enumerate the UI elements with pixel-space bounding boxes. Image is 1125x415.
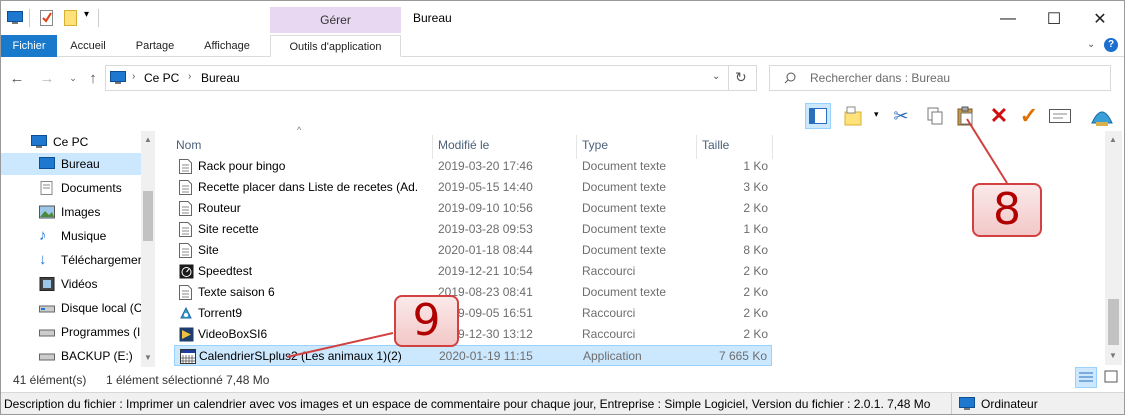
description-bar: Description du fichier : Imprimer un cal…: [1, 392, 1124, 414]
item-count: 41 élément(s): [13, 373, 87, 387]
file-explorer-window: ▾ Gérer Bureau — ☐ ✕ Fichier Accueil Par…: [0, 0, 1125, 415]
computer-icon: [959, 397, 975, 410]
file-description: Description du fichier : Imprimer un cal…: [4, 397, 931, 411]
location-label: Ordinateur: [981, 397, 1038, 411]
callout-8-arrow: [966, 118, 1008, 184]
details-view-icon[interactable]: [1075, 367, 1097, 388]
callout-arrows: [286, 118, 1008, 358]
status-bar: 41 élément(s) 1 élément sélectionné 7,48…: [1, 367, 1124, 391]
callout-9: 9: [394, 295, 459, 347]
callout-9-arrow: [286, 332, 394, 358]
selection-info: 1 élément sélectionné 7,48 Mo: [106, 373, 270, 387]
large-icons-view-icon[interactable]: [1101, 367, 1123, 388]
callout-8: 8: [972, 183, 1042, 237]
